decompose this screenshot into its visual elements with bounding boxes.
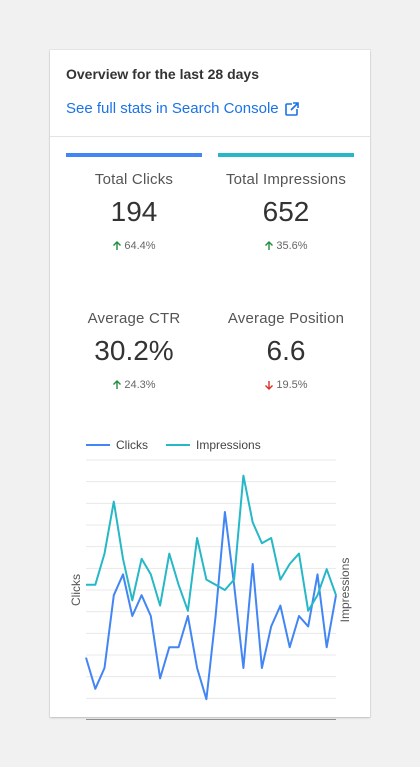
stat-change: 35.6% — [218, 240, 354, 252]
y-axis-label-right: Impressions — [338, 558, 352, 623]
stat-change: 24.3% — [66, 379, 202, 391]
search-console-link[interactable]: See full stats in Search Console — [66, 100, 299, 117]
stat-color-bar — [66, 153, 202, 157]
legend-swatch — [166, 444, 190, 446]
stat-change-value: 24.3% — [124, 379, 156, 391]
stat-change: 64.4% — [66, 240, 202, 252]
stat-change-value: 64.4% — [124, 240, 156, 252]
stat-value: 652 — [262, 196, 310, 227]
series-line-clicks — [85, 511, 337, 701]
stat-value: 30.2% — [94, 335, 174, 366]
stat-total-impressions: Total Impressions 652 35.6% — [218, 153, 354, 252]
legend-swatch — [86, 444, 110, 446]
stat-average-ctr: Average CTR 30.2% 24.3% — [66, 310, 202, 391]
legend-clicks[interactable]: Clicks — [86, 438, 148, 452]
overview-title: Overview for the last 28 days — [66, 66, 259, 82]
stat-label: Average CTR — [87, 310, 181, 327]
stat-label: Total Clicks — [94, 171, 174, 188]
legend-impressions[interactable]: Impressions — [166, 438, 261, 452]
stat-change-value: 35.6% — [276, 240, 308, 252]
series-line-impressions — [86, 474, 337, 612]
stat-color-bar — [218, 153, 354, 157]
arrow-down-icon — [265, 381, 274, 390]
search-console-link-label: See full stats in Search Console — [66, 100, 279, 117]
stat-label: Average Position — [227, 310, 345, 327]
external-link-icon — [284, 101, 299, 116]
stat-label: Total Impressions — [225, 171, 347, 188]
legend-label: Impressions — [196, 438, 261, 452]
overview-card: Overview for the last 28 days See full s… — [50, 50, 370, 750]
legend-label: Clicks — [116, 438, 148, 452]
stat-total-clicks: Total Clicks 194 64.4% — [66, 153, 202, 252]
arrow-up-icon — [265, 241, 274, 250]
chart-plot: 6/216/256/297/37/77/117/15ClicksImpressi… — [61, 459, 352, 750]
stat-value: 6.6 — [266, 335, 306, 366]
arrow-up-icon — [113, 380, 122, 389]
y-axis-label-left: Clicks — [69, 574, 83, 606]
stat-average-position: Average Position 6.6 19.5% — [218, 310, 354, 391]
performance-chart: Clicks Impressions 6/216/256/297/37/77/1… — [50, 430, 370, 750]
divider — [50, 136, 370, 137]
stat-change: 19.5% — [218, 379, 354, 391]
stat-value: 194 — [110, 196, 158, 227]
stat-change-value: 19.5% — [276, 379, 308, 391]
arrow-up-icon — [113, 241, 122, 250]
